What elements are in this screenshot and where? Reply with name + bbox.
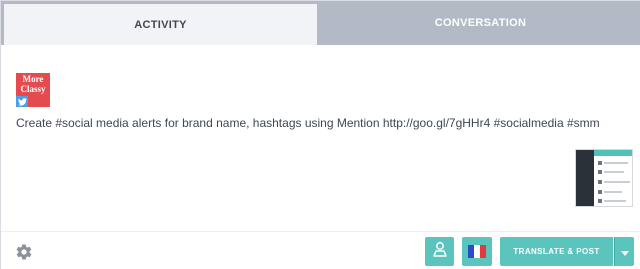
thumbnail-line	[604, 162, 628, 164]
france-flag-icon	[468, 245, 486, 258]
thumbnail-header	[594, 150, 632, 156]
tab-bar: ACTIVITY CONVERSATION	[1, 1, 640, 45]
thumbnail-dot	[598, 190, 602, 194]
thumbnail-dot	[598, 199, 602, 203]
thumbnail-dot	[598, 161, 602, 165]
caret-down-icon	[620, 243, 629, 261]
thumbnail-dot	[598, 180, 602, 184]
footer-toolbar: TRANSLATE & POST	[1, 231, 640, 269]
avatar-text: More Classy	[20, 74, 46, 94]
compose-panel: ACTIVITY CONVERSATION More Classy Create…	[0, 0, 640, 269]
profile-button[interactable]	[425, 237, 454, 266]
thumbnail-sidebar	[576, 150, 594, 206]
thumbnail-line	[604, 171, 624, 173]
thumbnail-line	[604, 191, 622, 193]
thumbnail-dot	[598, 170, 602, 174]
post-text: Create #social media alerts for brand na…	[16, 116, 600, 130]
translate-options-dropdown[interactable]	[614, 237, 634, 266]
post-content: More Classy Create #social media alerts …	[1, 45, 640, 231]
thumbnail-line	[604, 200, 626, 202]
twitter-icon	[16, 96, 28, 107]
tab-activity[interactable]: ACTIVITY	[1, 1, 320, 45]
translate-post-button[interactable]: TRANSLATE & POST	[500, 237, 613, 266]
gear-icon[interactable]	[15, 243, 33, 261]
user-profile-icon	[432, 241, 448, 262]
thumbnail-line	[604, 181, 630, 183]
tab-conversation[interactable]: CONVERSATION	[320, 1, 640, 45]
language-button[interactable]	[462, 237, 492, 266]
attachment-thumbnail[interactable]	[575, 149, 633, 207]
